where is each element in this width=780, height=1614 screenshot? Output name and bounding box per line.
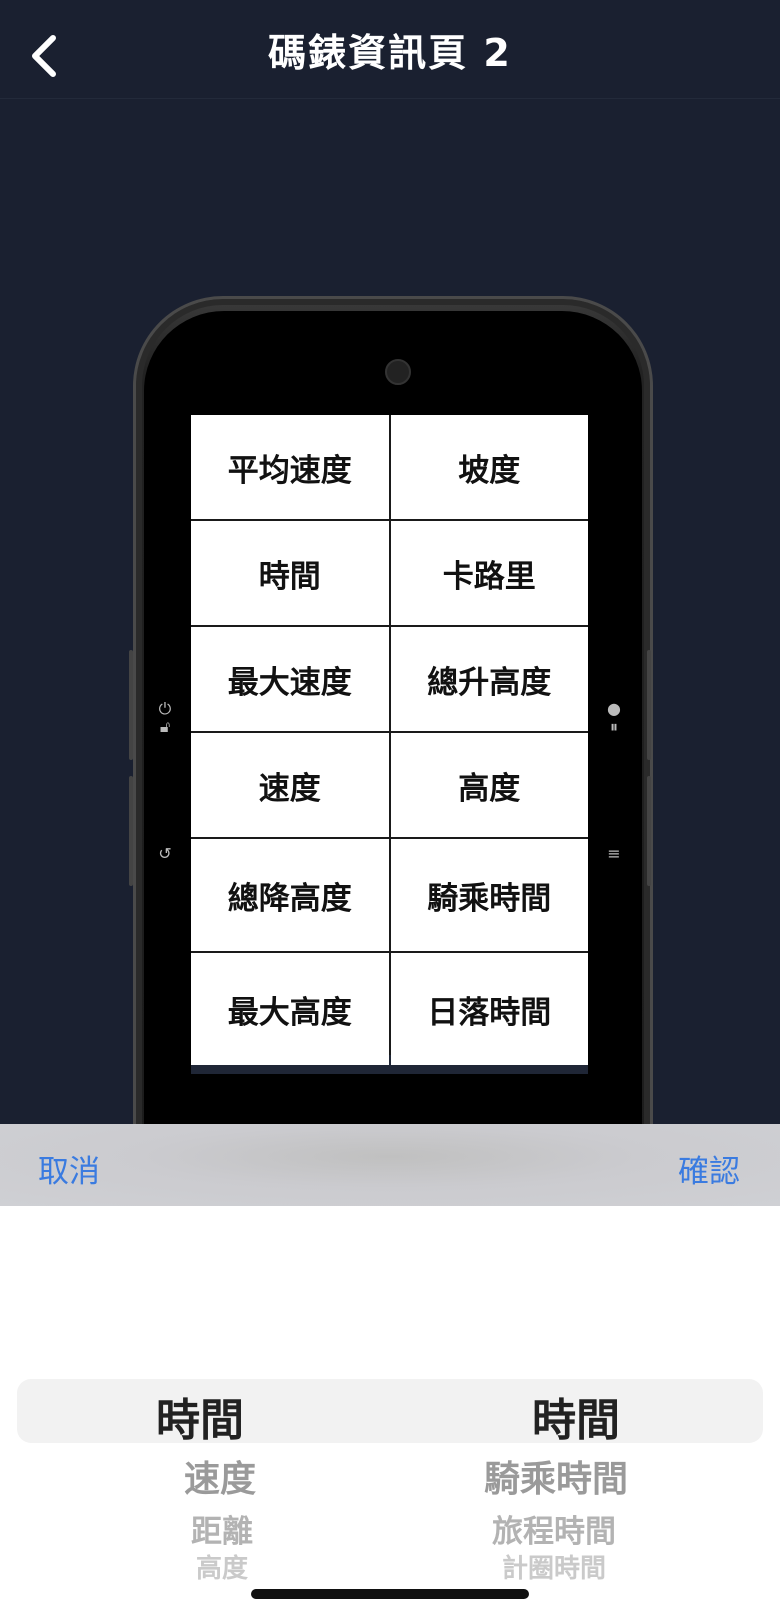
device-screen: 平均速度 坡度 時間 卡路里 最大速度 總升高度 速度 高度 總降高度 騎乘時間… <box>191 415 588 1074</box>
data-field-cell[interactable]: 坡度 <box>390 415 588 519</box>
data-field-grid: 平均速度 坡度 時間 卡路里 最大速度 總升高度 速度 高度 總降高度 騎乘時間… <box>191 415 588 1065</box>
data-field-cell[interactable]: 時間 <box>191 521 389 625</box>
picker-toolbar: 取消 確認 <box>0 1124 780 1206</box>
picker-item: 計圈時間 <box>501 1554 607 1584</box>
data-field-cell[interactable]: 總升高度 <box>390 627 588 731</box>
navigation-bar: 碼錶資訊頁 2 <box>0 0 780 99</box>
data-field-cell[interactable]: 卡路里 <box>390 521 588 625</box>
lap-icon: ↺ <box>158 844 172 863</box>
power-lock-icon: ⏻ 🔓︎ <box>158 699 172 736</box>
data-field-cell[interactable]: 速度 <box>191 733 389 837</box>
picker-selected-item: 時間 <box>532 1395 620 1446</box>
cancel-button[interactable]: 取消 <box>38 1146 100 1191</box>
page-title: 碼錶資訊頁 2 <box>268 31 512 75</box>
data-field-cell[interactable]: 總降高度 <box>191 839 389 951</box>
data-field-cell[interactable]: 最大高度 <box>191 953 389 1065</box>
camera-icon <box>385 359 411 385</box>
data-field-cell[interactable]: 騎乘時間 <box>390 839 588 951</box>
device-side-button-left <box>129 650 133 760</box>
device-side-button-right-lower <box>647 776 651 886</box>
picker-item: 旅程時間 <box>492 1514 616 1550</box>
picker-selection-highlight <box>17 1379 763 1443</box>
data-field-cell[interactable]: 日落時間 <box>390 953 588 1065</box>
device-side-button-left-lower <box>129 776 133 886</box>
confirm-button[interactable]: 確認 <box>678 1146 740 1191</box>
menu-icon: ≡ <box>607 844 621 863</box>
home-indicator <box>251 1589 529 1599</box>
picker-item: 速度 <box>183 1459 257 1500</box>
data-field-cell[interactable]: 高度 <box>390 733 588 837</box>
picker-item: 距離 <box>191 1514 253 1550</box>
record-pause-icon: ● ⏸︎ <box>607 699 621 736</box>
picker-item: 騎乘時間 <box>483 1459 629 1500</box>
device-side-button-right <box>647 650 651 760</box>
data-field-cell[interactable]: 最大速度 <box>191 627 389 731</box>
picker-selected-item: 時間 <box>156 1395 244 1446</box>
data-field-cell[interactable]: 平均速度 <box>191 415 389 519</box>
picker-item: 高度 <box>195 1554 249 1584</box>
